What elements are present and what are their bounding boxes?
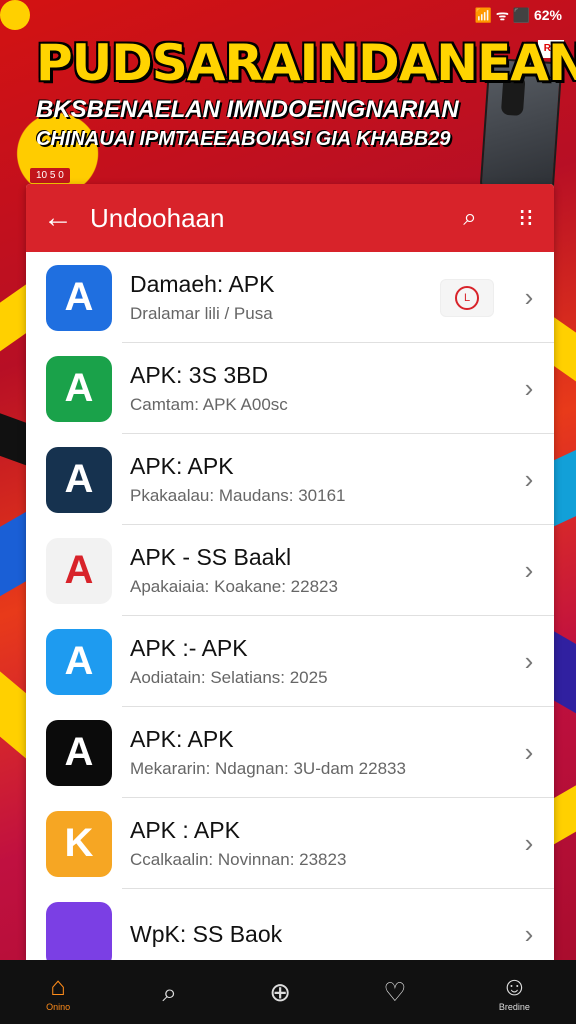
nav-search[interactable]: ⌕ xyxy=(162,978,177,1006)
home-icon: ⌂ xyxy=(50,971,66,1001)
back-arrow-icon[interactable]: ← xyxy=(26,201,90,235)
chevron-right-icon[interactable]: › xyxy=(504,555,554,586)
promo-banner: PUDSARAINDANEAN BKSBENAELAN IMNDOEINGNAR… xyxy=(36,34,576,151)
list-item[interactable]: A APK :- APK Aodiatain: Selatians: 2025 › xyxy=(26,616,554,707)
banner-title: PUDSARAINDANEAN xyxy=(36,34,576,92)
app-meta: Apakaiaia: Koakane: 22823 xyxy=(130,577,338,596)
app-icon xyxy=(46,901,112,960)
nav-label: Onino xyxy=(46,1002,71,1012)
app-texts: APK: 3S 3BD Camtam: APK A00sc xyxy=(130,362,504,415)
nav-label: Bredine xyxy=(498,1002,530,1012)
chevron-right-icon[interactable]: › xyxy=(504,919,554,950)
app-icon: A xyxy=(46,446,112,513)
chevron-right-icon[interactable]: › xyxy=(504,646,554,677)
app-name: APK: APK xyxy=(130,453,234,479)
bottom-navigation: ⌂ Onino ⌕ ⊕ ♡ ☺ Bredine xyxy=(0,960,576,1024)
filter-icon[interactable]: ⁝⁝ xyxy=(498,204,554,233)
chevron-right-icon[interactable]: › xyxy=(504,737,554,768)
chevron-right-icon[interactable]: › xyxy=(504,464,554,495)
app-list-card: ← Undoohaan ⌕ ⁝⁝ A Damaeh: APK Dralamar li… xyxy=(26,184,554,960)
app-meta: Camtam: APK A00sc xyxy=(130,395,288,414)
profile-icon: ☺ xyxy=(501,971,528,1001)
app-icon: A xyxy=(46,628,112,695)
app-bar: ← Undoohaan ⌕ ⁝⁝ xyxy=(26,184,554,252)
heart-icon: ♡ xyxy=(383,977,407,1007)
app-name: APK :- APK xyxy=(130,635,248,661)
add-icon: ⊕ xyxy=(269,977,292,1007)
list-item[interactable]: WpK: SS Baok › xyxy=(26,889,554,960)
app-name: APK : APK xyxy=(130,817,240,843)
list-item[interactable]: A APK - SS Baakl Apakaiaia: Koakane: 22823… xyxy=(26,525,554,616)
nav-home[interactable]: ⌂ Onino xyxy=(46,972,70,1012)
banner-subtitle-2: CHINAUAI IPMTAEEABOIASI GIA KHABB29 xyxy=(36,128,451,150)
chevron-right-icon[interactable]: › xyxy=(504,828,554,859)
app-list: A Damaeh: APK Dralamar lili / Pusa L › A APK: … xyxy=(26,252,554,960)
chevron-right-icon[interactable]: › xyxy=(504,282,554,313)
app-texts: WpK: SS Baok xyxy=(130,921,504,948)
app-name: APK: APK xyxy=(130,726,234,752)
app-icon: A xyxy=(46,264,112,331)
app-icon: K xyxy=(46,810,112,877)
clock-icon: L xyxy=(455,285,479,310)
list-item[interactable]: A APK: APK Pkakaalau: Maudans: 30161 › xyxy=(26,434,554,525)
list-item[interactable]: A Damaeh: APK Dralamar lili / Pusa L › xyxy=(26,252,554,343)
app-meta: Ccalkaalin: Novinnan: 23823 xyxy=(130,850,347,869)
chevron-right-icon[interactable]: › xyxy=(504,373,554,404)
banner-subtitle: BKSBENAELAN IMNDOEINGNARIAN xyxy=(36,96,459,123)
nav-add[interactable]: ⊕ xyxy=(269,978,291,1006)
app-texts: APK : APK Ccalkaalin: Novinnan: 23823 xyxy=(130,817,504,870)
page-title: Undoohaan xyxy=(90,202,225,233)
list-item[interactable]: A APK: 3S 3BD Camtam: APK A00sc › xyxy=(26,343,554,434)
card-tag: 10 5 0 xyxy=(30,168,70,183)
app-meta: Mekararin: Ndagnan: 3U-dam 22833 xyxy=(130,759,406,778)
nav-profile[interactable]: ☺ Bredine xyxy=(499,972,530,1012)
list-item[interactable]: A APK: APK Mekararin: Ndagnan: 3U-dam 2283… xyxy=(26,707,554,798)
app-name: APK: 3S 3BD xyxy=(130,362,269,388)
app-texts: Damaeh: APK Dralamar lili / Pusa xyxy=(130,271,440,324)
list-item[interactable]: K APK : APK Ccalkaalin: Novinnan: 23823 › xyxy=(26,798,554,889)
app-meta: Pkakaalau: Maudans: 30161 xyxy=(130,486,346,505)
app-texts: APK - SS Baakl Apakaiaia: Koakane: 22823 xyxy=(130,544,504,597)
search-icon: ⌕ xyxy=(162,977,177,1007)
app-texts: APK: APK Mekararin: Ndagnan: 3U-dam 22833 xyxy=(130,726,504,779)
search-icon[interactable]: ⌕ xyxy=(442,204,498,232)
app-name: Damaeh: APK xyxy=(130,271,275,297)
app-texts: APK :- APK Aodiatain: Selatians: 2025 xyxy=(130,635,504,688)
app-meta: Dralamar lili / Pusa xyxy=(130,304,273,323)
status-bar: 📶 ᯤ ⬛ 62% xyxy=(474,7,562,23)
install-button[interactable]: L xyxy=(440,278,494,317)
app-name: APK - SS Baakl xyxy=(130,544,292,570)
app-icon: A xyxy=(46,719,112,786)
nav-heart[interactable]: ♡ xyxy=(383,978,406,1006)
app-texts: APK: APK Pkakaalau: Maudans: 30161 xyxy=(130,453,504,506)
app-icon: A xyxy=(46,537,112,604)
app-name: WpK: SS Baok xyxy=(130,921,283,947)
app-meta: Aodiatain: Selatians: 2025 xyxy=(130,668,328,687)
app-icon: A xyxy=(46,355,112,422)
decor-stripe xyxy=(0,0,30,30)
